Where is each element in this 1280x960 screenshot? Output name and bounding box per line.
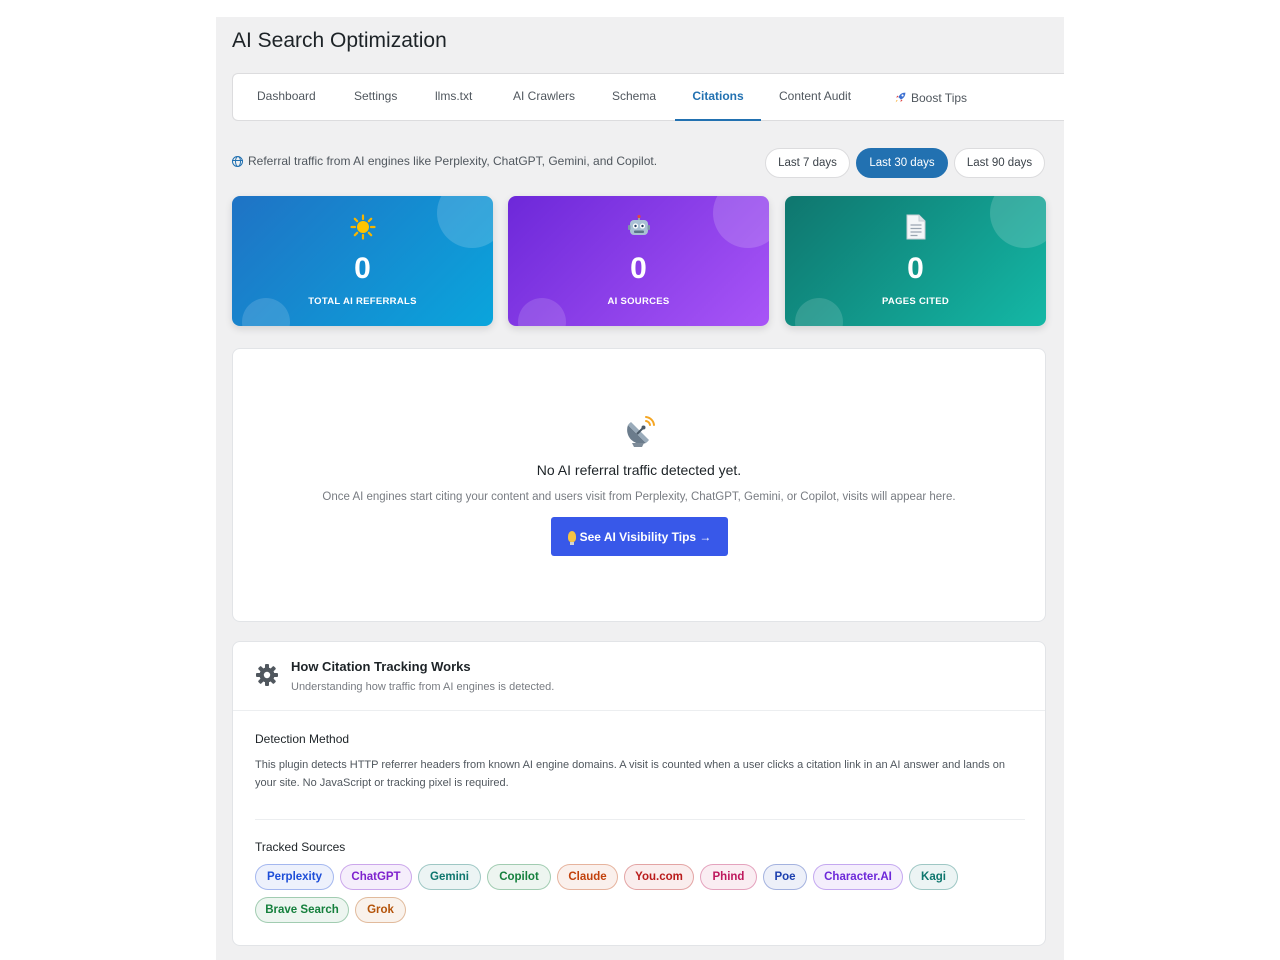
source-chip-grok: Grok	[355, 897, 406, 923]
admin-page: AI Search Optimization Dashboard Setting…	[216, 17, 1064, 960]
tab-dashboard[interactable]: Dashboard	[257, 74, 316, 121]
document-icon	[785, 214, 1046, 240]
source-chip-character-ai: Character.AI	[813, 864, 903, 890]
stat-value: 0	[630, 252, 647, 285]
stat-value: 0	[907, 252, 924, 285]
card-subtitle: Understanding how traffic from AI engine…	[291, 681, 555, 693]
stat-label: TOTAL AI REFERRALS	[308, 296, 417, 307]
tab-llms-txt[interactable]: llms.txt	[435, 74, 472, 121]
tab-boost-tips-label: Boost Tips	[911, 90, 968, 105]
globe-icon	[232, 155, 243, 167]
source-chip-chatgpt: ChatGPT	[340, 864, 412, 890]
source-chip-phind: Phind	[700, 864, 757, 890]
empty-state-title: No AI referral traffic detected yet.	[536, 462, 742, 478]
empty-state-card: No AI referral traffic detected yet. Onc…	[232, 348, 1046, 622]
tips-button-label: See AI Visibility Tips →	[579, 529, 712, 544]
source-chip-claude: Claude	[557, 864, 618, 890]
range-7-days-button[interactable]: Last 7 days	[765, 148, 850, 178]
tab-schema[interactable]: Schema	[612, 74, 656, 121]
stat-label: AI SOURCES	[607, 296, 670, 307]
range-90-days-button[interactable]: Last 90 days	[954, 148, 1045, 178]
source-chip-kagi: Kagi	[909, 864, 958, 890]
card-header: How Citation Tracking Works Understandin…	[233, 642, 1045, 711]
page-title: AI Search Optimization	[232, 29, 447, 52]
info-text: Referral traffic from AI engines like Pe…	[248, 154, 658, 168]
robot-icon	[508, 214, 769, 240]
gear-icon	[256, 664, 278, 686]
tab-settings[interactable]: Settings	[354, 74, 397, 121]
source-chip-copilot: Copilot	[487, 864, 551, 890]
detection-method-text: This plugin detects HTTP referrer header…	[255, 759, 1006, 789]
source-chip-brave-search: Brave Search	[255, 897, 349, 923]
rocket-icon	[895, 92, 906, 103]
divider	[255, 819, 1025, 820]
tab-bar: Dashboard Settings llms.txt AI Crawlers …	[232, 73, 1064, 121]
see-ai-visibility-tips-button[interactable]: See AI Visibility Tips →	[551, 517, 728, 556]
tab-ai-crawlers[interactable]: AI Crawlers	[513, 74, 575, 121]
source-chip-poe: Poe	[763, 864, 807, 890]
stat-value: 0	[354, 252, 371, 285]
tab-content-audit[interactable]: Content Audit	[779, 74, 851, 121]
empty-state-description: Once AI engines start citing your conten…	[322, 491, 956, 503]
stat-card-ai-sources: 0 AI SOURCES	[508, 196, 769, 326]
stat-card-total-referrals: 0 TOTAL AI REFERRALS	[232, 196, 493, 326]
how-citation-tracking-card: How Citation Tracking Works Understandin…	[232, 641, 1046, 946]
source-chip-you-com: You.com	[624, 864, 694, 890]
tracked-sources-title: Tracked Sources	[255, 840, 346, 854]
satellite-dish-icon	[627, 416, 655, 447]
detection-method-title: Detection Method	[255, 732, 350, 746]
sun-icon	[232, 214, 493, 240]
card-title: How Citation Tracking Works	[291, 659, 471, 674]
stat-card-pages-cited: 0 PAGES CITED	[785, 196, 1046, 326]
range-30-days-button[interactable]: Last 30 days	[856, 148, 948, 178]
tab-boost-tips[interactable]: Boost Tips	[894, 74, 967, 121]
info-line: Referral traffic from AI engines like Pe…	[232, 154, 657, 168]
lightbulb-icon	[567, 531, 576, 545]
source-chip-perplexity: Perplexity	[255, 864, 334, 890]
stat-label: PAGES CITED	[882, 296, 949, 307]
source-chip-gemini: Gemini	[418, 864, 481, 890]
tab-citations[interactable]: Citations	[675, 74, 761, 121]
